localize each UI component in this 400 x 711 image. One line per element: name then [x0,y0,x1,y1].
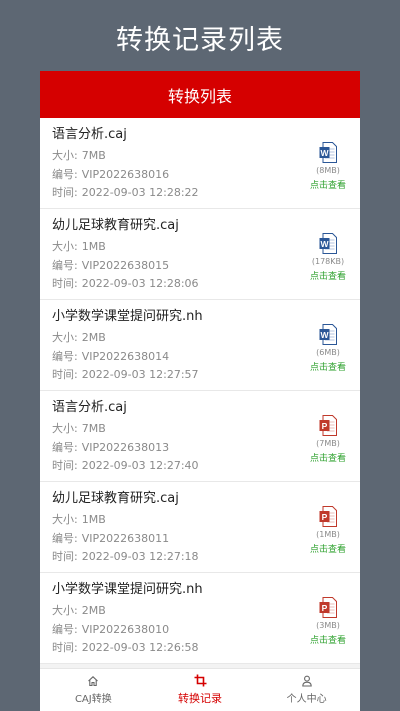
size-value: 1MB [81,240,106,253]
person-icon [301,675,312,687]
svg-text:P: P [322,603,328,613]
svg-text:W: W [320,148,329,158]
output-file[interactable]: W (6MB) 点击查看 [306,324,350,373]
view-link[interactable]: 点击查看 [310,633,346,646]
time-label: 时间: [52,368,78,381]
time-value: 2022-09-03 12:26:58 [81,641,199,654]
panel-header: 转换列表 [40,71,360,118]
number-value: VIP2022638014 [81,349,170,363]
record-item[interactable]: 小学数学课堂提问研究.nh 大小: 2MB 编号: VIP2022638010 时间: 20… [40,573,360,664]
number-label: 编号: [52,622,78,636]
tab-label: CAJ转换 [74,694,112,705]
tab-personal-center[interactable]: 个人中心 [253,669,360,711]
size-label: 大小: [52,604,78,617]
record-item[interactable]: 语言分析.caj 大小: 7MB 编号: VIP2022638016 时间: 2022-09… [40,118,360,209]
view-link[interactable]: 点击查看 [310,542,346,555]
size-label: 大小: [52,331,78,344]
number-value: VIP2022638011 [81,531,170,545]
number-value: VIP2022638013 [81,440,170,454]
output-file-size: (3MB) [316,621,340,630]
record-item[interactable]: 语言分析.caj 大小: 7MB 编号: VIP2022638013 时间: 2022-09… [40,391,360,482]
tab-label: 转换记录 [178,692,222,705]
time-value: 2022-09-03 12:28:06 [81,277,199,290]
size-value: 2MB [81,331,106,344]
size-value: 2MB [81,604,106,617]
output-file[interactable]: W (178KB) 点击查看 [306,233,350,282]
size-label: 大小: [52,149,78,162]
record-item[interactable]: 幼儿足球教育研究.caj 大小: 1MB 编号: VIP2022638011 时间: 202… [40,482,360,573]
time-value: 2022-09-03 12:27:18 [81,550,199,563]
word-file-icon: W [319,142,337,163]
size-label: 大小: [52,513,78,526]
output-file[interactable]: P (1MB) 点击查看 [306,506,350,555]
view-link[interactable]: 点击查看 [310,451,346,464]
tab-bar: CAJ转换 转换记录 个人中心 [40,668,360,711]
number-value: VIP2022638010 [81,622,170,636]
svg-text:P: P [322,512,328,522]
svg-text:W: W [320,239,329,249]
time-value: 2022-09-03 12:27:57 [81,368,199,381]
page-title: 转换记录列表 [116,25,284,56]
crop-icon [194,674,206,687]
output-file-size: (8MB) [316,166,340,175]
view-link[interactable]: 点击查看 [310,360,346,373]
svg-text:W: W [320,330,329,340]
tab-caj-convert[interactable]: CAJ转换 [40,669,147,711]
output-file-size: (178KB) [311,257,345,266]
output-file[interactable]: P (3MB) 点击查看 [306,597,350,646]
time-label: 时间: [52,641,78,654]
pdf-file-icon: P [319,597,337,618]
word-file-icon: W [319,233,337,254]
size-label: 大小: [52,422,78,435]
number-label: 编号: [52,167,78,181]
output-file-size: (1MB) [316,530,340,539]
size-value: 7MB [81,422,106,435]
word-file-icon: W [319,324,337,345]
view-link[interactable]: 点击查看 [310,269,346,282]
record-item[interactable]: 小学数学课堂提问研究.nh 大小: 2MB 编号: VIP2022638014 时间: 20… [40,300,360,391]
output-file[interactable]: P (7MB) 点击查看 [306,415,350,464]
conversion-panel: 转换列表 语言分析.caj 大小: 7MB 编号: VIP2022638016 时间: 20… [40,71,360,668]
number-label: 编号: [52,349,78,363]
view-link[interactable]: 点击查看 [310,178,346,191]
pdf-file-icon: P [319,506,337,527]
time-label: 时间: [52,186,78,199]
tab-label: 个人中心 [286,694,327,705]
size-value: 1MB [81,513,106,526]
record-list: 语言分析.caj 大小: 7MB 编号: VIP2022638016 时间: 2022-09… [40,118,360,664]
time-label: 时间: [52,459,78,472]
output-file-size: (6MB) [316,348,340,357]
tab-conversion-records[interactable]: 转换记录 [147,669,254,711]
number-value: VIP2022638015 [81,258,170,272]
time-label: 时间: [52,277,78,290]
time-value: 2022-09-03 12:28:22 [81,186,199,199]
number-label: 编号: [52,440,78,454]
number-label: 编号: [52,531,78,545]
record-item[interactable]: 幼儿足球教育研究.caj 大小: 1MB 编号: VIP2022638015 时间: 202… [40,209,360,300]
svg-text:P: P [322,421,328,431]
time-label: 时间: [52,550,78,563]
time-value: 2022-09-03 12:27:40 [81,459,199,472]
size-value: 7MB [81,149,106,162]
number-value: VIP2022638016 [81,167,170,181]
home-icon [88,676,99,687]
number-label: 编号: [52,258,78,272]
output-file[interactable]: W (8MB) 点击查看 [306,142,350,191]
size-label: 大小: [52,240,78,253]
output-file-size: (7MB) [316,439,340,448]
pdf-file-icon: P [319,415,337,436]
